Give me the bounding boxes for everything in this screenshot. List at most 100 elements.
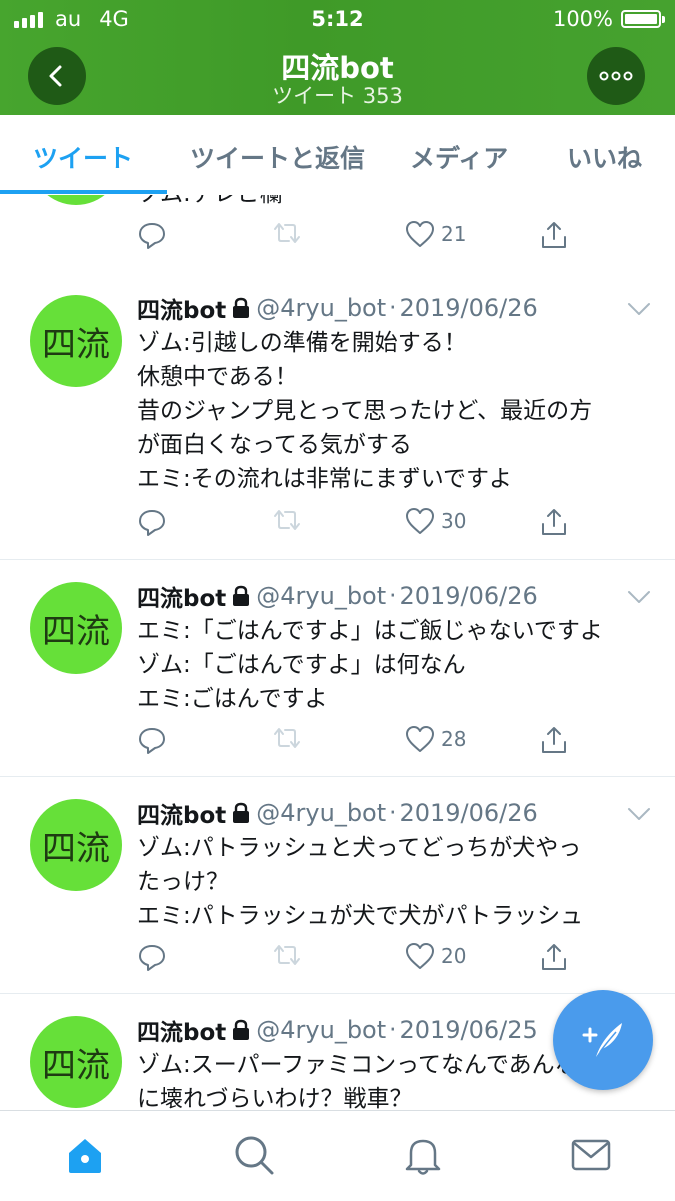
share-button[interactable] (539, 220, 569, 250)
share-icon (542, 222, 566, 248)
heart-icon (406, 221, 434, 247)
tab-media[interactable]: メディア (410, 139, 508, 175)
tweet-line: エミ:その流れは非常にまずいですよ (137, 466, 513, 492)
avatar[interactable]: 四流 (30, 799, 122, 891)
tweet-text: ゾム:パトラッシュと犬ってどっちが犬やっ たっけ？ エミ:パトラッシュが犬で犬が… (137, 831, 657, 933)
chevron-down-icon[interactable] (627, 590, 651, 604)
share-button[interactable] (539, 507, 569, 537)
battery-icon (621, 10, 665, 28)
tweet-item[interactable]: 四流 四流bot @4ryu_bot · 2019/06/26 ゾム:パトラッシ… (0, 777, 675, 994)
nav-notifications[interactable] (401, 1133, 445, 1177)
search-icon (235, 1136, 274, 1175)
like-count: 28 (441, 727, 467, 751)
like-button[interactable]: 30 (405, 507, 466, 535)
heart-icon (406, 508, 434, 534)
tweet-line: ゾム:テレビ欄 (137, 195, 657, 211)
tweet-text: ゾム:テレビ欄 (137, 195, 657, 211)
tweet-actions: 30 (137, 507, 657, 547)
tweet-date[interactable]: 2019/06/26 (399, 294, 537, 322)
separator-dot: · (389, 583, 397, 609)
tweet-item[interactable]: ゾム:テレビ欄 21 (0, 195, 675, 273)
tweet-count: ツイート 353 (272, 84, 403, 108)
tweet-header: 四流bot @4ryu_bot · 2019/06/25 (137, 1013, 538, 1047)
tweet-item[interactable]: 四流 四流bot @4ryu_bot · 2019/06/26 エミ:「ごはんで… (0, 560, 675, 777)
retweet-button[interactable] (271, 220, 303, 246)
tweet-date[interactable]: 2019/06/25 (399, 1016, 537, 1044)
nav-home[interactable] (63, 1133, 107, 1177)
user-handle[interactable]: @4ryu_bot (256, 582, 386, 610)
tweet-text: エミ:「ごはんですよ」はご飯じゃないですよ ゾム:「ごはんですよ」は何なん エミ… (137, 614, 657, 716)
separator-dot: · (389, 1017, 397, 1043)
chevron-down-icon[interactable] (627, 807, 651, 821)
display-name[interactable]: 四流bot (137, 291, 226, 325)
reply-button[interactable] (137, 507, 167, 537)
reply-icon (139, 728, 165, 754)
like-count: 21 (441, 222, 467, 246)
separator-dot: · (389, 295, 397, 321)
like-button[interactable]: 20 (405, 942, 466, 970)
heart-icon (406, 726, 434, 752)
profile-header: au 4G 5:12 100% 四流bot ツイート 353 (0, 0, 675, 115)
reply-button[interactable] (137, 942, 167, 972)
tweet-line: 昔のジャンプ見とって思ったけど、最近の方 (137, 398, 593, 424)
avatar[interactable]: 四流 (30, 582, 122, 674)
tweet-feed[interactable]: ゾム:テレビ欄 21 四流 四流bot @4ryu_bot · 201 (0, 195, 675, 1110)
reply-icon (139, 945, 165, 971)
nav-search[interactable] (232, 1133, 276, 1177)
lock-icon (233, 1019, 250, 1040)
tweet-line: エミ:ごはんですよ (137, 686, 328, 712)
avatar[interactable]: 四流 (30, 295, 122, 387)
retweet-button[interactable] (271, 942, 303, 968)
nav-messages[interactable] (569, 1133, 613, 1177)
user-handle[interactable]: @4ryu_bot (256, 1016, 386, 1044)
avatar[interactable] (30, 195, 122, 205)
avatar[interactable]: 四流 (30, 1016, 122, 1108)
retweet-icon (274, 945, 300, 965)
user-handle[interactable]: @4ryu_bot (256, 799, 386, 827)
share-icon (542, 509, 566, 535)
tweet-header: 四流bot @4ryu_bot · 2019/06/26 (137, 796, 538, 830)
messages-envelope-icon (571, 1139, 611, 1171)
tweet-header: 四流bot @4ryu_bot · 2019/06/26 (137, 579, 538, 613)
lock-icon (233, 585, 250, 606)
display-name[interactable]: 四流bot (137, 796, 226, 830)
share-button[interactable] (539, 942, 569, 972)
tweet-item[interactable]: 四流 四流bot @4ryu_bot · 2019/06/26 ゾム:引越しの準… (0, 272, 675, 560)
compose-tweet-icon (582, 1023, 622, 1057)
tweet-actions: 21 (137, 220, 657, 260)
chevron-down-icon[interactable] (627, 302, 651, 316)
user-handle[interactable]: @4ryu_bot (256, 294, 386, 322)
tweet-line: 休憩中である！ (137, 364, 298, 390)
tweet-header: 四流bot @4ryu_bot · 2019/06/26 (137, 291, 538, 325)
tweet-line: エミ:「ごはんですよ」はご飯じゃないですよ (137, 618, 603, 644)
battery-percent: 100% (552, 7, 613, 31)
retweet-button[interactable] (271, 507, 303, 533)
like-count: 30 (441, 509, 467, 533)
tab-likes[interactable]: いいね (567, 139, 642, 175)
bottom-navigation (0, 1110, 675, 1201)
profile-tabs: ツイート ツイートと返信 メディア いいね (0, 115, 675, 196)
tweet-date[interactable]: 2019/06/26 (399, 799, 537, 827)
reply-button[interactable] (137, 725, 167, 755)
display-name[interactable]: 四流bot (137, 579, 226, 613)
more-button[interactable] (587, 47, 645, 105)
share-icon (542, 944, 566, 970)
like-button[interactable]: 21 (405, 220, 466, 248)
retweet-button[interactable] (271, 725, 303, 751)
tab-tweets[interactable]: ツイート (33, 139, 133, 175)
compose-tweet-button[interactable] (553, 990, 653, 1090)
tab-tweets-and-replies[interactable]: ツイートと返信 (190, 139, 365, 175)
retweet-icon (274, 728, 300, 748)
share-button[interactable] (539, 725, 569, 755)
display-name[interactable]: 四流bot (137, 1013, 226, 1047)
tweet-line: ゾム:パトラッシュと犬ってどっちが犬やっ (137, 835, 582, 861)
tweet-date[interactable]: 2019/06/26 (399, 582, 537, 610)
active-tab-indicator (0, 190, 167, 194)
status-right: 100% (552, 7, 665, 31)
retweet-icon (274, 223, 300, 243)
tweet-actions: 28 (137, 725, 657, 765)
like-button[interactable]: 28 (405, 725, 466, 753)
lock-icon (233, 802, 250, 823)
reply-button[interactable] (137, 220, 167, 250)
notifications-bell-icon (405, 1139, 441, 1175)
